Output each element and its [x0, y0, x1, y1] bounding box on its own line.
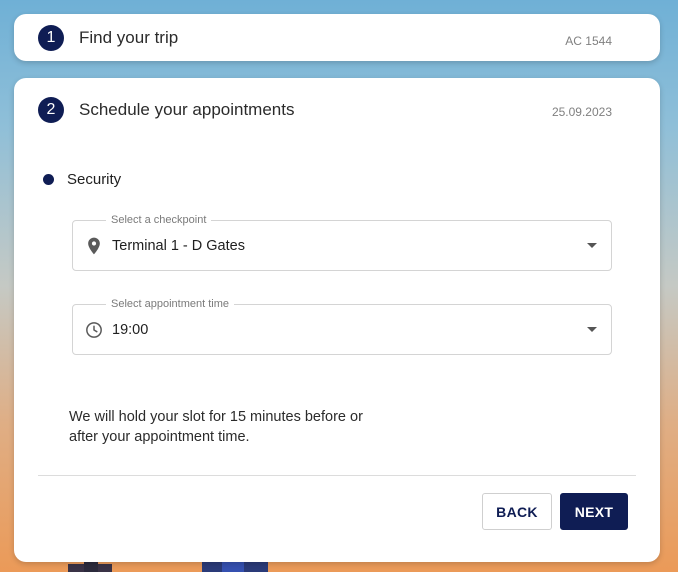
slot-hold-info-line: We will hold your slot for 15 minutes be…	[69, 409, 363, 425]
appointment-time-select-label: Select appointment time	[106, 298, 235, 311]
clock-icon	[86, 322, 102, 338]
back-button[interactable]: BACK	[482, 493, 552, 530]
section-bullet	[43, 174, 54, 185]
appointment-date: 25.09.2023	[551, 105, 612, 119]
step-title: Schedule your appointments	[79, 100, 295, 119]
slot-hold-info: We will hold your slot for 15 minutes be…	[69, 407, 399, 447]
divider	[38, 475, 636, 476]
flight-number: AC 1544	[565, 34, 612, 48]
slot-hold-info-line: after your appointment time.	[69, 429, 250, 445]
next-button[interactable]: NEXT	[560, 493, 628, 530]
step-number-badge: 2	[38, 97, 64, 123]
checkpoint-select-value: Terminal 1 - D Gates	[112, 238, 245, 254]
appointment-time-select-value: 19:00	[112, 322, 149, 338]
step-title: Find your trip	[79, 28, 179, 47]
chevron-down-icon	[587, 243, 597, 248]
location-pin-icon	[88, 237, 100, 255]
chevron-down-icon	[587, 327, 597, 332]
checkpoint-select[interactable]: Select a checkpoint Terminal 1 - D Gates	[72, 214, 612, 271]
section-title: Security	[67, 171, 122, 188]
checkpoint-select-label: Select a checkpoint	[106, 214, 212, 227]
find-trip-card[interactable]: 1 Find your trip AC 1544	[14, 14, 660, 61]
schedule-appointments-card: 2 Schedule your appointments 25.09.2023 …	[14, 78, 660, 562]
step-number-badge: 1	[38, 25, 64, 51]
appointment-time-select[interactable]: Select appointment time 19:00	[72, 298, 612, 355]
